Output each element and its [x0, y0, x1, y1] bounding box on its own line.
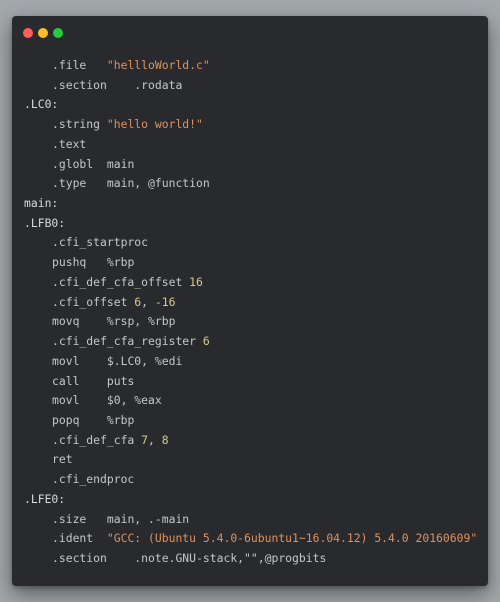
code-token: 7 [141, 432, 149, 447]
code-token: "hello world!" [106, 117, 203, 132]
code-token: .text [52, 136, 87, 151]
code-line: .LFB0: [24, 214, 477, 234]
code-token: .cfi_offset [52, 294, 128, 309]
code-token: .section [52, 550, 107, 565]
code-token: %rbp [79, 412, 135, 427]
code-line: .cfi_offset 6, -16 [24, 293, 477, 313]
code-token: 16 [189, 274, 203, 289]
code-token: popq [52, 412, 80, 427]
code-token: %rsp, %rbp [79, 314, 176, 329]
code-token: .type [52, 176, 87, 191]
code-token: , [148, 432, 162, 447]
code-line: .cfi_endproc [24, 470, 477, 490]
code-token: , [141, 294, 155, 309]
code-line: .type main, @function [24, 174, 477, 194]
code-line: movq %rsp, %rbp [24, 312, 477, 332]
code-line: .cfi_def_cfa_register 6 [24, 332, 477, 352]
code-token: .LFE0: [24, 491, 66, 506]
code-token: .ident [52, 531, 94, 546]
code-token: .string [52, 117, 101, 132]
code-token: .cfi_def_cfa_offset [52, 274, 183, 289]
minimize-window-icon[interactable] [38, 28, 48, 38]
code-token: .file [52, 58, 87, 72]
code-line: pushq %rbp [24, 253, 477, 273]
code-token: .cfi_def_cfa [52, 432, 135, 447]
code-token: .section [52, 77, 107, 92]
code-line: .section .rodata [24, 76, 477, 96]
code-token: ret [52, 452, 73, 467]
code-line: .string "hello world!" [24, 115, 477, 135]
code-token: call [52, 373, 80, 388]
code-token: -16 [154, 294, 176, 309]
code-token: .cfi_def_cfa_register [52, 334, 197, 349]
code-token: "GCC: (Ubuntu 5.4.0-6ubuntu1~16.04.12) 5… [106, 531, 478, 546]
code-line: .section .note.GNU-stack,"",@progbits [24, 549, 477, 569]
code-token: %rbp [86, 255, 135, 270]
code-token: main [93, 156, 135, 171]
code-token: pushq [52, 255, 87, 270]
code-token: 8 [161, 432, 169, 447]
code-token: puts [79, 373, 135, 388]
code-token: movl [52, 353, 80, 368]
code-token: .LFB0: [24, 215, 66, 230]
code-line: .globl main [24, 155, 477, 175]
code-line: .file "hellloWorld.c" [24, 56, 477, 76]
code-block: .file "hellloWorld.c" .section .rodata .LC… [24, 56, 477, 569]
code-line: popq %rbp [24, 411, 477, 431]
code-token: .globl [52, 156, 94, 171]
code-line: main: [24, 194, 477, 214]
code-token: "hellloWorld.c" [106, 58, 210, 72]
code-token: movl [52, 393, 80, 408]
code-token: $0, %eax [79, 393, 162, 408]
code-token: .cfi_startproc [52, 235, 149, 250]
code-line: .LFE0: [24, 490, 477, 510]
code-token: .rodata [106, 77, 183, 92]
code-token: .LC0: [24, 97, 59, 112]
code-token: $.LC0, %edi [79, 353, 183, 368]
code-line: call puts [24, 372, 477, 392]
code-line: .text [24, 135, 477, 155]
close-window-icon[interactable] [23, 28, 33, 38]
code-line: movl $0, %eax [24, 391, 477, 411]
code-line: ret [24, 450, 477, 470]
code-token: .cfi_endproc [52, 472, 135, 487]
code-window: .file "hellloWorld.c" .section .rodata .LC… [12, 16, 488, 586]
code-line: .cfi_def_cfa 7, 8 [24, 431, 477, 451]
code-line: .ident "GCC: (Ubuntu 5.4.0-6ubuntu1~16.0… [24, 529, 477, 549]
window-titlebar [12, 16, 488, 46]
code-token: movq [52, 314, 80, 329]
code-token: .note.GNU-stack,"",@progbits [106, 550, 327, 565]
code-token: main, @function [86, 176, 210, 191]
code-line: .size main, .-main [24, 510, 477, 530]
code-line: .cfi_startproc [24, 233, 477, 253]
code-token: main, .-main [86, 511, 190, 526]
code-line: .LC0: [24, 95, 477, 115]
code-token: main: [24, 196, 59, 211]
code-token: .size [52, 511, 87, 526]
code-token: 6 [202, 334, 210, 349]
code-line: movl $.LC0, %edi [24, 352, 477, 372]
maximize-window-icon[interactable] [53, 28, 63, 38]
code-line: .cfi_def_cfa_offset 16 [24, 273, 477, 293]
